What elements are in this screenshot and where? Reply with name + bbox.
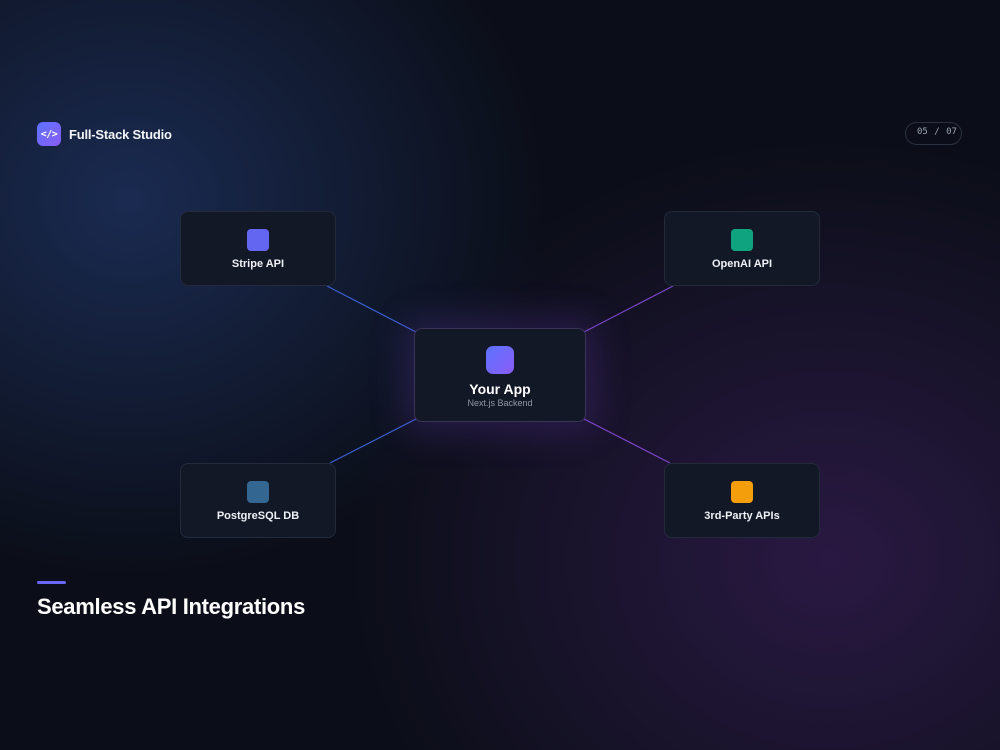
openai-icon xyxy=(731,229,753,251)
node-stripe-api: Stripe API xyxy=(180,211,336,286)
accent-bar xyxy=(37,581,66,584)
connector-openai xyxy=(583,285,674,333)
connector-postgres xyxy=(329,418,417,464)
center-title: Your App xyxy=(469,381,531,397)
stripe-icon xyxy=(247,229,269,251)
connector-stripe xyxy=(326,285,417,333)
connector-third-party xyxy=(583,418,671,464)
node-label: Stripe API xyxy=(231,258,285,270)
node-postgresql-db: PostgreSQL DB xyxy=(180,463,336,538)
node-your-app: Your App Next.js Backend xyxy=(414,328,586,422)
node-label: PostgreSQL DB xyxy=(216,510,300,522)
center-subtitle: Next.js Backend xyxy=(467,398,533,408)
node-third-party-apis: 3rd-Party APIs xyxy=(664,463,820,538)
node-openai-api: OpenAI API xyxy=(664,211,820,286)
plug-icon xyxy=(731,481,753,503)
slide-title: Seamless API Integrations xyxy=(37,594,306,619)
node-label: OpenAI API xyxy=(711,258,773,270)
node-label: 3rd-Party APIs xyxy=(704,510,780,522)
app-icon xyxy=(486,346,514,374)
database-icon xyxy=(247,481,269,503)
